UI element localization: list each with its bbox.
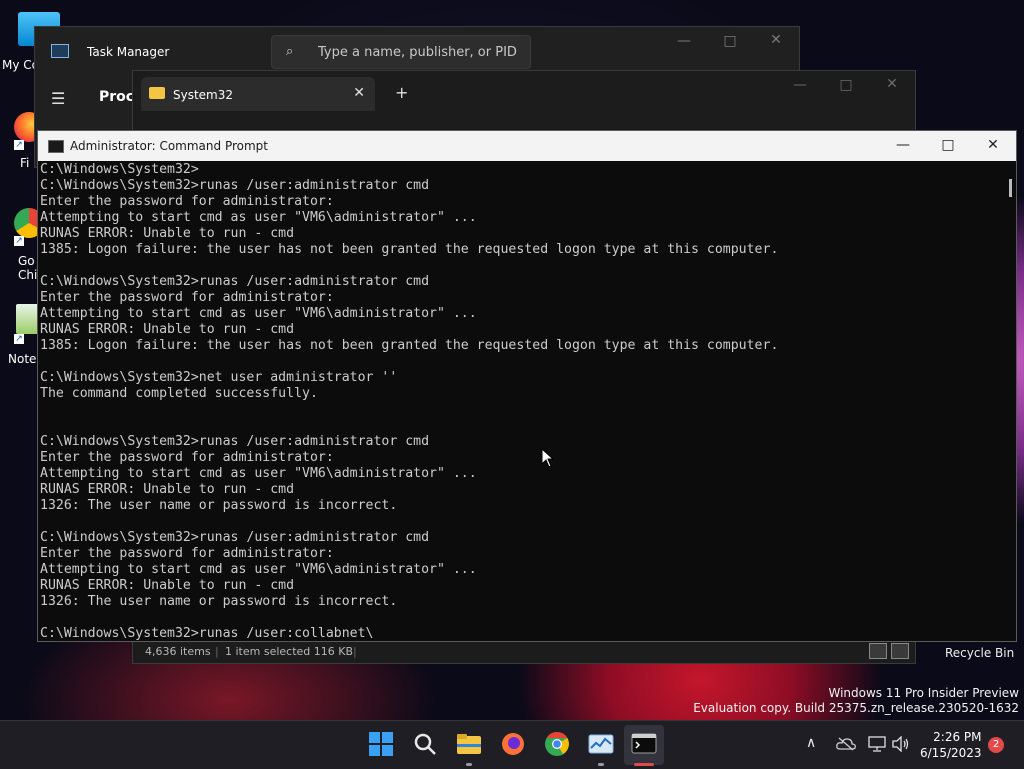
- console-line: RUNAS ERROR: Unable to run - cmd: [40, 322, 295, 337]
- console-line: RUNAS ERROR: Unable to run - cmd: [40, 578, 295, 593]
- windows-watermark: Windows 11 Pro Insider Preview Evaluatio…: [693, 686, 1019, 716]
- desktop-icon-label-firefox: Fi: [20, 156, 30, 170]
- console-line: C:\Windows\System32>net user administrat…: [40, 370, 398, 385]
- terminal-icon[interactable]: [631, 731, 657, 757]
- terminal-active-indicator: [634, 763, 654, 766]
- watermark-line-2: Evaluation copy. Build 25375.zn_release.…: [693, 701, 1019, 715]
- onedrive-icon[interactable]: [836, 737, 856, 751]
- close-button[interactable]: ✕: [978, 137, 1008, 153]
- taskbar: ∧ 2:26 PM 6/15/2023 2: [0, 720, 1024, 769]
- console-line: RUNAS ERROR: Unable to run - cmd: [40, 226, 295, 241]
- command-prompt-window[interactable]: Administrator: Command Prompt — □ ✕ C:\W…: [37, 130, 1017, 642]
- status-item-count: 4,636 items: [145, 645, 211, 658]
- console-line: 1385: Logon failure: the user has not be…: [40, 338, 779, 353]
- firefox-icon[interactable]: [500, 731, 526, 757]
- close-button[interactable]: ✕: [877, 76, 907, 92]
- volume-icon[interactable]: [892, 736, 910, 752]
- status-divider: |: [353, 645, 357, 658]
- close-tab-icon[interactable]: ✕: [353, 85, 365, 101]
- start-icon[interactable]: [368, 731, 394, 757]
- console-line: RUNAS ERROR: Unable to run - cmd: [40, 482, 295, 497]
- shortcut-arrow-icon: ↗: [14, 236, 24, 246]
- desktop-icon-label-notepad: Note: [8, 352, 37, 366]
- watermark-line-1: Windows 11 Pro Insider Preview: [828, 686, 1019, 700]
- command-prompt-titlebar[interactable]: Administrator: Command Prompt — □ ✕: [38, 131, 1016, 161]
- console-line: Enter the password for administrator:: [40, 290, 334, 305]
- console-line: Attempting to start cmd as user "VM6\adm…: [40, 210, 477, 225]
- recycle-bin-label[interactable]: Recycle Bin: [945, 646, 1014, 660]
- shortcut-arrow-icon: ↗: [14, 334, 24, 344]
- command-prompt-title: Administrator: Command Prompt: [70, 139, 268, 153]
- console-line: Attempting to start cmd as user "VM6\adm…: [40, 562, 477, 577]
- desktop-icon-label-chrome: Go Chi: [18, 254, 38, 282]
- task-manager-running-indicator: [598, 763, 604, 766]
- console-line: 1326: The user name or password is incor…: [40, 594, 398, 609]
- desktop: My Co ↗ Fi ↗ Go Chi ↗ Note Recycle Bin W…: [0, 0, 1024, 720]
- console-line: C:\Windows\System32>runas /user:administ…: [40, 178, 430, 193]
- close-button[interactable]: ✕: [761, 32, 791, 48]
- folder-icon: [149, 87, 165, 99]
- tab-system32[interactable]: System32 ✕: [141, 77, 375, 111]
- notification-badge[interactable]: 2: [988, 737, 1004, 753]
- console-line: 1385: Logon failure: the user has not be…: [40, 242, 779, 257]
- clock-time: 2:26 PM: [933, 730, 982, 744]
- minimize-button[interactable]: —: [669, 33, 699, 49]
- console-line: Attempting to start cmd as user "VM6\adm…: [40, 466, 477, 481]
- tiles-view-button[interactable]: [891, 643, 909, 659]
- hamburger-menu-icon[interactable]: ☰: [51, 89, 65, 108]
- task-manager-nav-processes[interactable]: Proc: [99, 89, 134, 105]
- console-line: Enter the password for administrator:: [40, 194, 334, 209]
- task-manager-search[interactable]: ⌕: [271, 35, 531, 69]
- status-divider: |: [215, 645, 219, 658]
- command-prompt-icon: [48, 140, 64, 153]
- shortcut-arrow-icon: ↗: [14, 140, 24, 150]
- clock[interactable]: 2:26 PM 6/15/2023: [920, 729, 982, 761]
- search-icon: ⌕: [286, 44, 294, 59]
- file-explorer-icon[interactable]: [456, 731, 482, 757]
- task-manager-icon: [51, 44, 69, 58]
- console-line: C:\Windows\System32>runas /user:collabne…: [40, 626, 374, 640]
- task-manager-title: Task Manager: [87, 45, 170, 59]
- mouse-cursor-icon: [541, 448, 555, 468]
- task-manager-icon[interactable]: [588, 731, 614, 757]
- search-icon[interactable]: [412, 731, 438, 757]
- console-line: 1326: The user name or password is incor…: [40, 498, 398, 513]
- console-line: The command completed successfully.: [40, 386, 318, 401]
- console-line: C:\Windows\System32>runas /user:administ…: [40, 434, 430, 449]
- console-line: C:\Windows\System32>runas /user:administ…: [40, 530, 430, 545]
- maximize-button[interactable]: □: [715, 33, 745, 49]
- file-explorer-running-indicator: [466, 763, 472, 766]
- console-output[interactable]: C:\Windows\System32> C:\Windows\System32>…: [40, 162, 1000, 640]
- minimize-button[interactable]: —: [785, 77, 815, 93]
- maximize-button[interactable]: □: [933, 137, 963, 153]
- status-selected: 1 item selected 116 KB: [225, 645, 354, 658]
- details-view-button[interactable]: [869, 643, 887, 659]
- task-manager-search-input[interactable]: [316, 42, 520, 62]
- console-line: Enter the password for administrator:: [40, 450, 334, 465]
- minimize-button[interactable]: —: [888, 137, 918, 153]
- explorer-status-bar: 4,636 items | 1 item selected 116 KB |: [133, 641, 915, 663]
- console-line: C:\Windows\System32>runas /user:administ…: [40, 274, 430, 289]
- new-tab-button[interactable]: +: [395, 83, 408, 102]
- console-line: Attempting to start cmd as user "VM6\adm…: [40, 306, 477, 321]
- clock-date: 6/15/2023: [920, 746, 982, 760]
- maximize-button[interactable]: □: [831, 77, 861, 93]
- show-hidden-icons-chevron-icon[interactable]: ∧: [806, 735, 816, 751]
- chrome-icon[interactable]: [544, 731, 570, 757]
- tab-label: System32: [173, 88, 234, 102]
- network-icon[interactable]: [868, 736, 886, 752]
- scrollbar-thumb[interactable]: [1009, 179, 1012, 197]
- console-line: Enter the password for administrator:: [40, 546, 334, 561]
- console-line: C:\Windows\System32>: [40, 162, 199, 177]
